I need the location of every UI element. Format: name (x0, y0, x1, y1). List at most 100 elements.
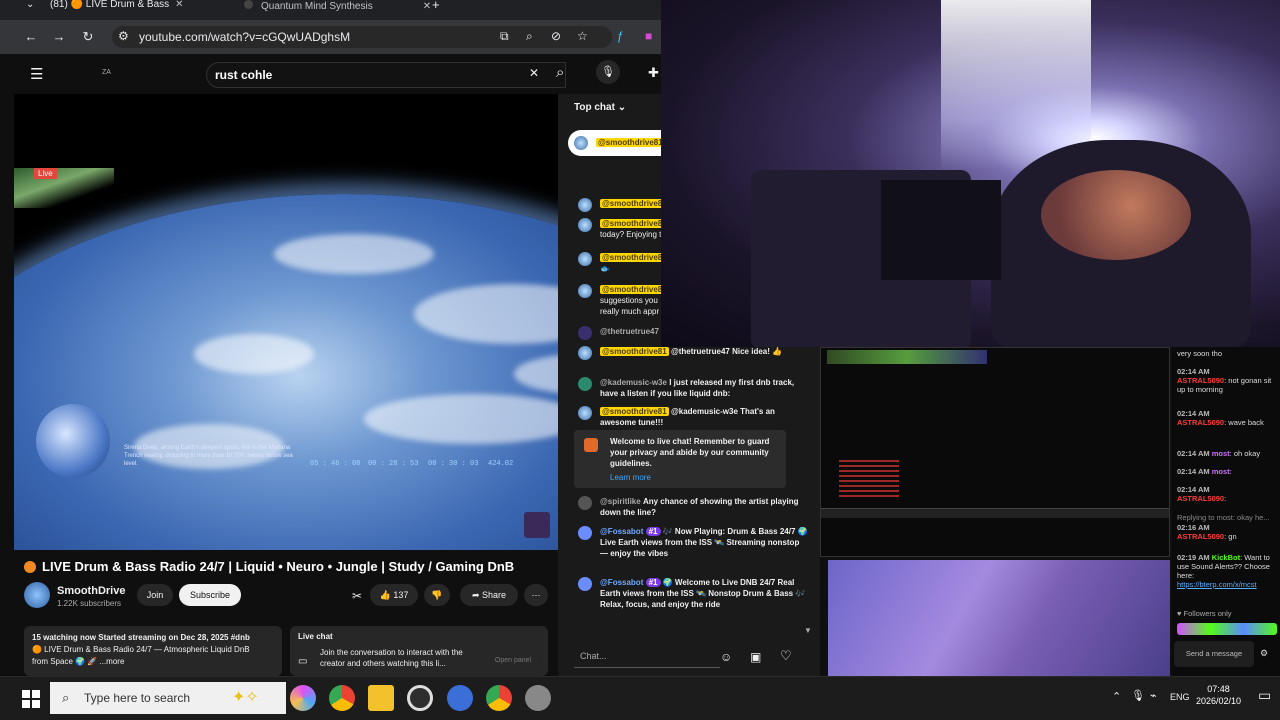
description-line: 🟠 LIVE Drum & Bass Radio 24/7 — Atmosphe… (32, 645, 250, 654)
open-panel-button[interactable]: Open panel (486, 652, 540, 670)
emoji-icon[interactable]: ☺ (720, 650, 732, 664)
like-button[interactable]: 👍 137 (370, 584, 418, 606)
hamburger-menu-icon[interactable]: ☰ (30, 65, 43, 83)
new-tab-icon[interactable]: + (432, 0, 440, 20)
zoom-icon[interactable]: ⌕ (526, 29, 533, 44)
clear-search-icon[interactable]: ✕ (529, 66, 539, 80)
install-icon[interactable]: ⧉ (500, 29, 509, 44)
chat-message[interactable]: @smoothdrive81 @thetruetrue47 Nice idea!… (578, 346, 808, 360)
tracking-off-icon[interactable]: ⊘ (551, 29, 561, 43)
avatar (578, 577, 592, 591)
extension-icon[interactable]: ƒ (617, 29, 624, 43)
more-actions-icon[interactable]: ⋯ (524, 584, 548, 606)
chat-author: @spiritlike (600, 497, 641, 506)
chat-message[interactable]: @Fossabot #1 🌍 Welcome to Live DNB 24/7 … (578, 577, 808, 610)
chat-mode-dropdown[interactable]: Top chat ⌄ (574, 102, 626, 113)
kick-chat-input[interactable]: Send a message (1174, 641, 1254, 667)
scroll-down-icon[interactable]: ▼ (804, 626, 812, 635)
notification-icon[interactable]: ▭ (1258, 687, 1271, 704)
search-icon[interactable]: ⌕ (556, 64, 564, 81)
close-tab-icon[interactable]: ✕ (175, 0, 183, 10)
bookmark-star-icon[interactable]: ☆ (577, 29, 588, 43)
heart-icon: ♥ (1177, 609, 1182, 618)
webcam-overlay (661, 0, 1280, 347)
kick-message-text: : (1224, 494, 1227, 503)
clip-icon[interactable]: ✂ (352, 589, 362, 603)
tab-favicon-icon (244, 0, 253, 9)
url-input[interactable]: youtube.com/watch?v=cGQwUADghsM (112, 26, 612, 48)
tab-quantum-mind[interactable]: Quantum Mind Synthesis ✕ (244, 0, 431, 20)
followers-only-label: Followers only (1183, 609, 1232, 618)
join-button[interactable]: Join (137, 584, 173, 606)
kick-timestamp: 02:19 AM (1177, 553, 1210, 562)
network-icon[interactable]: ⌁ (1150, 689, 1157, 702)
snipping-tool-icon[interactable] (447, 685, 473, 711)
channel-name[interactable]: SmoothDrive (57, 585, 125, 597)
kick-message[interactable]: 02:16 AM ASTRAL5090: gn (1177, 523, 1277, 541)
kick-message[interactable]: 02:14 AM ASTRAL5090: wave back (1177, 409, 1277, 427)
heart-icon[interactable]: ♡ (780, 648, 792, 664)
chat-message[interactable]: @smoothdrive81 @kademusic-w3e That's an … (578, 406, 808, 428)
forward-icon[interactable]: → (50, 28, 68, 46)
settings-gear-icon[interactable]: ⚙ (1260, 649, 1268, 658)
learn-more-link[interactable]: Learn more (610, 473, 651, 482)
tab-list-chevron-icon[interactable]: ⌄ (26, 0, 34, 20)
chat-author: @Fossabot (600, 527, 644, 536)
super-chat-icon[interactable]: ▣ (750, 650, 761, 664)
extension-2-icon[interactable]: ■ (645, 29, 652, 43)
windows-start-icon[interactable] (22, 690, 40, 708)
kick-username: most (1211, 449, 1230, 458)
app-icon[interactable] (525, 685, 551, 711)
chat-author: @Fossabot (600, 578, 644, 587)
stream-view[interactable] (820, 347, 1170, 557)
avatar (578, 496, 592, 510)
kick-message[interactable]: 02:14 AM ASTRAL5090: (1177, 485, 1277, 503)
video-title: LIVE Drum & Bass Radio 24/7 | Liquid • N… (24, 559, 514, 574)
copilot-icon[interactable] (290, 685, 316, 711)
language-indicator[interactable]: ENG (1170, 692, 1190, 702)
pinned-author: @smoothdrive81 (596, 138, 665, 147)
close-tab-icon[interactable]: ✕ (423, 1, 431, 12)
kick-message[interactable]: 02:14 AM most: oh okay (1177, 449, 1277, 458)
voice-search-icon[interactable]: 🎙 (596, 60, 620, 84)
avatar (574, 136, 588, 150)
description-box[interactable]: 15 watching now Started streaming on Dec… (24, 626, 282, 676)
emote-row[interactable] (1177, 623, 1277, 635)
chat-input[interactable]: Chat... (574, 644, 720, 668)
share-button[interactable]: ➦ Share (460, 584, 518, 606)
chrome-icon[interactable] (329, 685, 355, 711)
kick-message[interactable]: 02:14 AM most: (1177, 467, 1277, 476)
subscribe-button[interactable]: Subscribe (179, 584, 241, 606)
show-hidden-icons-icon[interactable]: ⌃ (1112, 690, 1121, 703)
clock[interactable]: 07:48 2026/02/10 (1196, 683, 1241, 707)
obs-icon[interactable] (407, 685, 433, 711)
video-player[interactable]: Live Sirena Deep, among Earth's deepest … (14, 94, 558, 550)
video-stat-2: 00 : 28 : 53 (368, 460, 419, 468)
orange-circle-icon (24, 561, 36, 573)
back-icon[interactable]: ← (22, 28, 40, 46)
clock-time: 07:48 (1207, 684, 1230, 694)
chrome-profile-icon[interactable] (486, 685, 512, 711)
welcome-text: Welcome to live chat! Remember to guard … (610, 437, 770, 468)
kick-message[interactable]: 02:14 AM ASTRAL5090: not gonan sit up to … (1177, 367, 1277, 394)
tab-youtube-live[interactable]: (81) 🟠 LIVE Drum & Bass ✕ (50, 0, 228, 20)
kick-link[interactable]: https://bterp.com/x/mcst (1177, 580, 1257, 589)
microphone-icon[interactable]: 🎙 (1131, 689, 1145, 702)
reload-icon[interactable]: ↻ (79, 28, 97, 46)
youtube-logo[interactable]: ZA (102, 69, 111, 76)
chat-message[interactable]: @kademusic-w3e I just released my first … (578, 377, 808, 399)
search-icon: ⌕ (62, 690, 70, 705)
search-input[interactable]: rust cohle (206, 62, 566, 88)
kick-username: ASTRAL5090 (1177, 418, 1225, 427)
file-explorer-icon[interactable] (368, 685, 394, 711)
kick-message[interactable]: 02:19 AM KickBot: Want to use Sound Aler… (1177, 553, 1277, 589)
dislike-button[interactable]: 👎 (424, 584, 450, 606)
chat-message[interactable]: @spiritlike Any chance of showing the ar… (578, 496, 808, 518)
channel-avatar[interactable] (24, 582, 50, 608)
avatar (578, 526, 592, 540)
channel-watermark[interactable] (524, 512, 550, 538)
site-info-icon[interactable]: ⚙ (118, 29, 129, 43)
create-icon[interactable]: ✚ (648, 65, 659, 81)
chat-message[interactable]: @Fossabot #1 🎶 Now Playing: Drum & Bass … (578, 526, 808, 559)
chat-author: @kademusic-w3e (600, 378, 667, 387)
